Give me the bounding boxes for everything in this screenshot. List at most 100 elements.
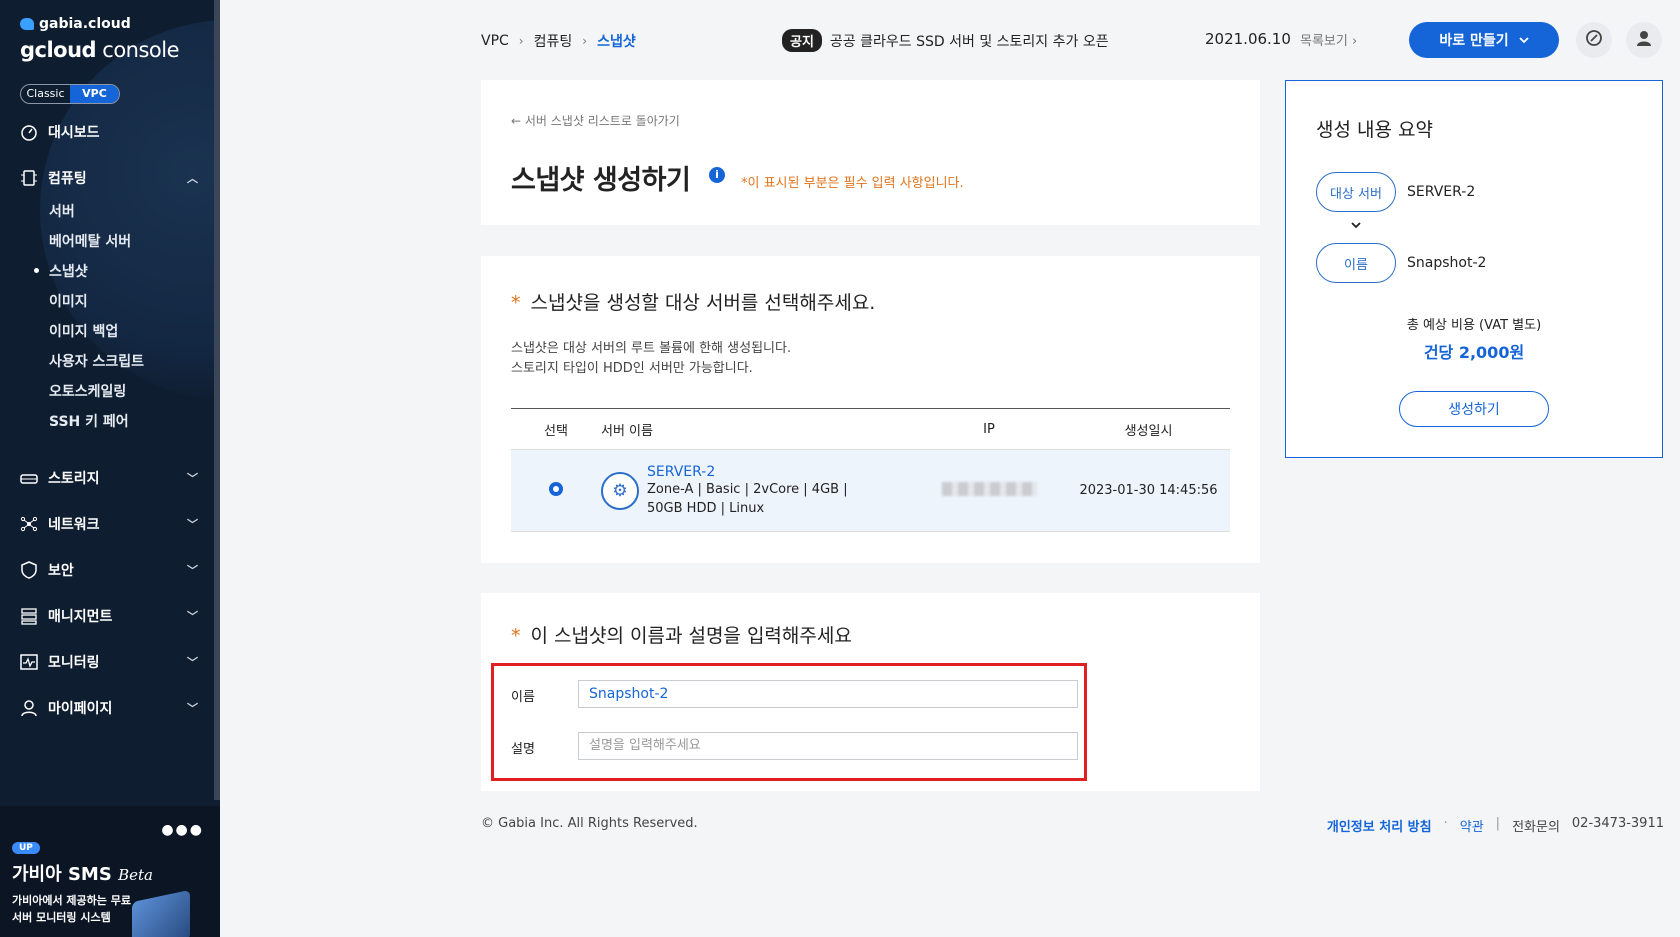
snapshot-name-input[interactable]: Snapshot-2 [578, 680, 1078, 708]
chat-button[interactable] [1576, 22, 1612, 58]
help-line-1: 스냅샷은 대상 서버의 루트 볼륨에 한해 생성됩니다. [511, 341, 792, 356]
sub-item-baremetal[interactable]: 베어메탈 서버 [49, 231, 131, 251]
footer-links: 개인정보 처리 방침 · 약관 | 전화문의 02-3473-3911 [1327, 816, 1664, 835]
col-created: 생성일시 [1124, 423, 1173, 439]
chevron-down-icon: ﹀ [187, 702, 198, 715]
notice-text[interactable]: 공공 클라우드 SSD 서버 및 스토리지 추가 오픈 [830, 31, 1109, 51]
sub-item-snapshot[interactable]: 스냅샷 [34, 261, 88, 281]
summary-target-pill: 대상 서버 [1316, 172, 1396, 212]
promo-banner[interactable]: ●●● UP 가비아 SMS Beta 가비아에서 제공하는 무료 서버 모니터… [0, 806, 220, 937]
name-label: 이름 [511, 690, 535, 705]
help-line-2: 스토리지 타입이 HDD인 서버만 가능합니다. [511, 361, 753, 376]
summary-panel: 생성 내용 요약 대상 서버 SERVER-2 이름 Snapshot-2 총 … [1285, 80, 1663, 458]
server-created-at: 2023-01-30 14:45:56 [1079, 483, 1218, 498]
server-radio[interactable] [549, 481, 563, 496]
server-name-link[interactable]: SERVER-2 [647, 464, 848, 480]
nav-storage-label: 스토리지 [48, 471, 100, 487]
table-row[interactable]: ⚙ SERVER-2 Zone-A | Basic | 2vCore | 4GB… [511, 450, 1230, 532]
server-section-title-text: 스냅샷을 생성할 대상 서버를 선택해주세요. [530, 292, 876, 314]
quick-create-label: 바로 만들기 [1439, 33, 1509, 49]
breadcrumb-computing[interactable]: 컴퓨팅 [534, 31, 573, 51]
name-desc-card: * 이 스냅샷의 이름과 설명을 입력해주세요 이름 Snapshot-2 설명 … [481, 593, 1260, 791]
required-note: *이 표시된 부분은 필수 입력 사항입니다. [741, 176, 964, 191]
server-section-title: * 스냅샷을 생성할 대상 서버를 선택해주세요. [511, 288, 875, 315]
nav-computing-label: 컴퓨팅 [48, 171, 87, 187]
network-icon [20, 515, 38, 533]
nav-management[interactable]: 매니지먼트 ﹀ [20, 606, 198, 626]
quick-create-button[interactable]: 바로 만들기 [1409, 22, 1559, 58]
carousel-dots[interactable]: ●●● [161, 822, 204, 838]
nav-security[interactable]: 보안 ﹀ [20, 560, 198, 580]
switch-classic[interactable]: Classic [21, 85, 70, 103]
chevron-down-icon: ﹀ [187, 564, 198, 577]
platform-switch[interactable]: Classic VPC [20, 84, 120, 104]
chevron-down-icon [1519, 32, 1529, 48]
chevron-up-icon: ︿ [187, 172, 198, 185]
ip-redacted [941, 481, 1037, 496]
title-card: ← 서버 스냅샷 리스트로 돌아가기 스냅샷 생성하기 i *이 표시된 부분은… [481, 80, 1260, 225]
chevron-down-icon: ﹀ [187, 656, 198, 669]
create-button[interactable]: 생성하기 [1399, 391, 1549, 427]
col-ip: IP [983, 421, 995, 437]
logo-gabia-cloud[interactable]: gabia.cloud [20, 16, 131, 32]
logo-main-a: gcloud [20, 38, 97, 62]
sub-item-autoscaling[interactable]: 오토스케일링 [49, 381, 126, 401]
summary-target-value: SERVER-2 [1407, 184, 1476, 200]
switch-vpc[interactable]: VPC [70, 85, 119, 103]
nav-monitoring[interactable]: 모니터링 ﹀ [20, 652, 198, 672]
sub-item-image-backup[interactable]: 이미지 백업 [49, 321, 118, 341]
promo-desc: 가비아에서 제공하는 무료 서버 모니터링 시스템 [12, 894, 131, 924]
page-title: 스냅샷 생성하기 [511, 165, 691, 196]
cloud-logo-icon [20, 18, 34, 30]
nav-network[interactable]: 네트워크 ﹀ [20, 514, 198, 534]
nav-dashboard[interactable]: 대시보드 [20, 122, 198, 142]
breadcrumb-vpc[interactable]: VPC [481, 33, 509, 49]
user-icon [20, 699, 38, 717]
back-link-label: 서버 스냅샷 리스트로 돌아가기 [524, 114, 680, 128]
promo-title: 가비아 SMS Beta [12, 860, 153, 886]
monitor-illustration-icon [132, 889, 190, 937]
separator: · [1443, 816, 1448, 831]
dashboard-icon [20, 123, 38, 141]
table-header: 선택 서버 이름 IP 생성일시 [511, 408, 1230, 450]
account-button[interactable] [1626, 22, 1662, 58]
sub-item-server[interactable]: 서버 [49, 201, 75, 221]
separator: | [1495, 816, 1501, 831]
sub-item-user-script[interactable]: 사용자 스크립트 [49, 351, 144, 371]
required-asterisk: * [511, 625, 521, 647]
privacy-link[interactable]: 개인정보 처리 방침 [1327, 816, 1432, 835]
cost-value: 건당 2,000원 [1423, 343, 1525, 362]
notice-banner[interactable]: 공지 공공 클라우드 SSD 서버 및 스토리지 추가 오픈 [782, 29, 1109, 52]
server-spec-line-2: 50GB HDD | Linux [647, 500, 765, 516]
chevron-down-icon: ﹀ [187, 472, 198, 485]
snapshot-desc-input[interactable]: 설명을 입력해주세요 [578, 732, 1078, 760]
server-help-text: 스냅샷은 대상 서버의 루트 볼륨에 한해 생성됩니다. 스토리지 타입이 HD… [511, 339, 791, 379]
server-spec-line-1: Zone-A | Basic | 2vCore | 4GB | [647, 481, 848, 497]
col-select: 선택 [544, 423, 568, 439]
logo-top-text: gabia.cloud [39, 16, 131, 32]
chevron-right-icon: › [582, 34, 588, 48]
sub-item-image[interactable]: 이미지 [49, 291, 88, 311]
nav-computing[interactable]: 컴퓨팅 ︿ [20, 168, 198, 188]
sub-item-ssh-keypair[interactable]: SSH 키 페어 [49, 411, 129, 431]
nav-security-label: 보안 [48, 563, 74, 579]
info-icon[interactable]: i [709, 167, 725, 183]
logo-gcloud-console[interactable]: gcloud console [20, 38, 180, 62]
nav-network-label: 네트워크 [48, 517, 100, 533]
nav-mypage[interactable]: 마이페이지 ﹀ [20, 698, 198, 718]
desc-label: 설명 [511, 742, 535, 757]
chat-icon [1585, 29, 1603, 51]
terms-link[interactable]: 약관 [1460, 816, 1484, 835]
back-to-list-link[interactable]: ← 서버 스냅샷 리스트로 돌아가기 [511, 112, 680, 129]
nav-storage[interactable]: 스토리지 ﹀ [20, 468, 198, 488]
nav-monitoring-label: 모니터링 [48, 655, 100, 671]
notice-badge: 공지 [782, 29, 822, 52]
chevron-down-icon [1351, 219, 1361, 232]
notice-more-link[interactable]: 목록보기 › [1300, 30, 1357, 49]
server-table: 선택 서버 이름 IP 생성일시 ⚙ SERVER-2 Zone-A | Bas… [511, 408, 1230, 532]
notice-date: 2021.06.10 [1205, 30, 1291, 48]
promo-title-main: 가비아 SMS [12, 864, 112, 885]
sidebar: gabia.cloud gcloud console Classic VPC 대… [0, 0, 220, 937]
phone-number: 02-3473-3911 [1571, 816, 1664, 831]
nav-dashboard-label: 대시보드 [48, 125, 100, 141]
